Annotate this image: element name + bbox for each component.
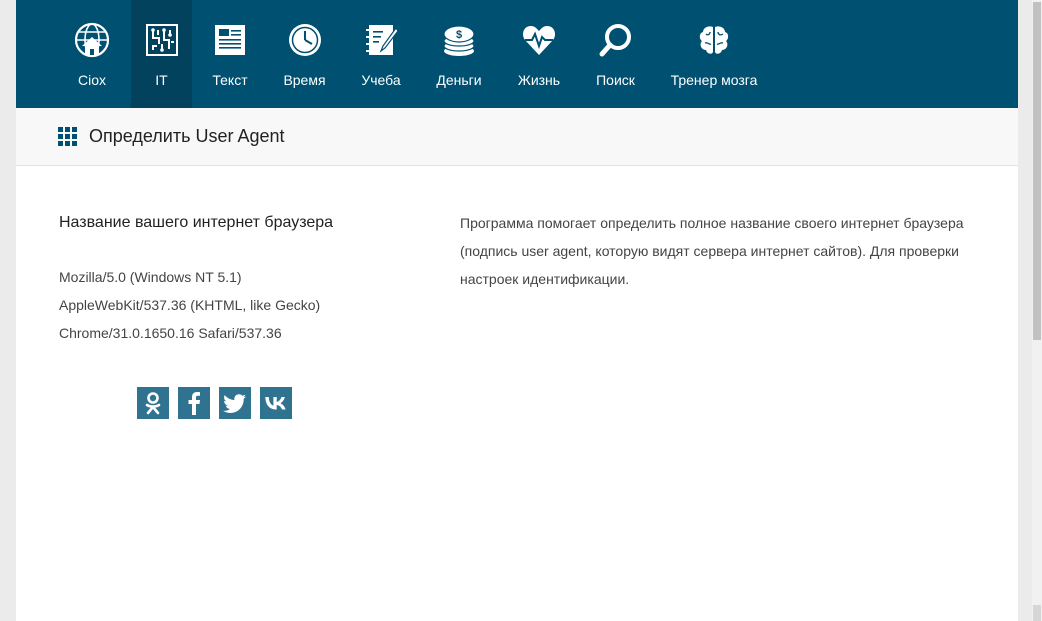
nav-label: Деньги bbox=[436, 72, 482, 88]
nav-label: Жизнь bbox=[517, 72, 561, 88]
scrollbar-thumb-lower[interactable] bbox=[1033, 605, 1041, 621]
brain-icon bbox=[699, 26, 729, 54]
facebook-button[interactable] bbox=[178, 387, 210, 419]
nav-label: Время bbox=[283, 72, 326, 88]
nav-label: Ciox bbox=[77, 72, 106, 88]
svg-text:$: $ bbox=[456, 29, 462, 41]
nav-item-money[interactable]: $ Деньги bbox=[421, 0, 497, 108]
ua-line: AppleWebKit/537.36 (KHTML, like Gecko) bbox=[59, 297, 321, 313]
circuit-chip-icon bbox=[145, 24, 178, 56]
nav-item-life[interactable]: Жизнь bbox=[497, 0, 581, 108]
ua-line: Mozilla/5.0 (Windows NT 5.1) bbox=[59, 269, 242, 285]
nav-label: IT bbox=[155, 72, 168, 88]
nav-label: Тренер мозга bbox=[670, 72, 758, 88]
coin-stack-icon: $ bbox=[443, 25, 475, 56]
nav-label: Поиск bbox=[596, 72, 635, 88]
page-title: Определить User Agent bbox=[89, 126, 285, 146]
odnoklassniki-button[interactable] bbox=[137, 387, 169, 419]
nav-item-ciox[interactable]: Ciox bbox=[53, 0, 131, 108]
nav-item-time[interactable]: Время bbox=[268, 0, 341, 108]
magnifier-icon bbox=[599, 24, 631, 57]
facebook-icon bbox=[188, 392, 200, 415]
user-agent-text: Mozilla/5.0 (Windows NT 5.1) AppleWebKit… bbox=[59, 263, 419, 347]
description-text: Программа помогает определить полное наз… bbox=[460, 215, 964, 287]
grid-icon[interactable] bbox=[58, 127, 77, 146]
nav-label: Учеба bbox=[361, 72, 401, 88]
scrollbar-thumb[interactable] bbox=[1033, 2, 1041, 340]
text-document-icon bbox=[215, 25, 245, 55]
nav-label: Текст bbox=[212, 72, 248, 88]
page: Ciox IT Текст Время Учеба $ Деньги Жизнь… bbox=[16, 0, 1018, 621]
nav-item-search[interactable]: Поиск bbox=[581, 0, 650, 108]
browser-info-panel: Название вашего интернет браузера Mozill… bbox=[59, 214, 419, 419]
nav-item-text[interactable]: Текст bbox=[192, 0, 268, 108]
top-navigation: Ciox IT Текст Время Учеба $ Деньги Жизнь… bbox=[16, 0, 1018, 108]
social-share-buttons bbox=[137, 387, 419, 419]
nav-item-it[interactable]: IT bbox=[131, 0, 192, 108]
twitter-button[interactable] bbox=[219, 387, 251, 419]
ua-line: Chrome/31.0.1650.16 Safari/537.36 bbox=[59, 325, 282, 341]
section-title: Название вашего интернет браузера bbox=[59, 214, 334, 231]
clock-icon bbox=[288, 24, 321, 56]
globe-home-icon bbox=[74, 22, 110, 58]
twitter-icon bbox=[223, 394, 246, 413]
odnoklassniki-icon bbox=[145, 392, 161, 415]
notebook-pen-icon bbox=[366, 25, 399, 55]
scrollbar[interactable] bbox=[1032, 0, 1042, 621]
nav-item-brain-trainer[interactable]: Тренер мозга bbox=[650, 0, 778, 108]
page-header: Определить User Agent bbox=[16, 108, 1018, 166]
heart-pulse-icon bbox=[523, 26, 555, 55]
vk-button[interactable] bbox=[260, 387, 292, 419]
nav-item-study[interactable]: Учеба bbox=[341, 0, 421, 108]
vk-icon bbox=[265, 397, 286, 410]
